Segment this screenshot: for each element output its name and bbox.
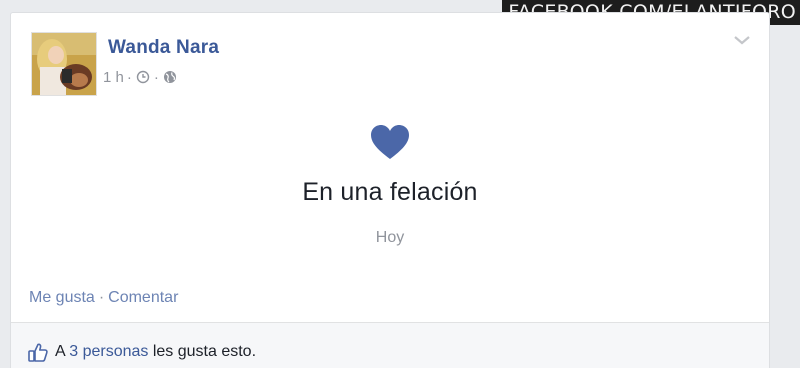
thumbs-up-icon [28,343,48,362]
post-meta: 1 h · · [103,67,178,87]
meta-separator: · [126,68,132,86]
post-header: Wanda Nara 1 h · · [11,13,769,103]
actions-separator: · [98,289,105,306]
avatar[interactable] [31,32,97,96]
like-button[interactable]: Me gusta [29,289,95,306]
likes-bar: A 3 personas les gusta esto. [11,322,769,368]
author-name[interactable]: Wanda Nara [108,37,219,59]
life-event-date: Hoy [375,229,405,246]
likes-summary: A 3 personas les gusta esto. [27,341,256,363]
likes-prefix: A [55,343,70,360]
heart-icon [371,125,409,159]
post-timestamp[interactable]: 1 h [103,69,124,86]
life-event: En una felación Hoy [11,123,769,247]
likes-suffix: les gusta esto. [148,343,257,360]
avatar-photo [32,33,96,95]
clock-icon [135,69,151,85]
likes-people-link[interactable]: 3 personas [69,343,148,361]
meta-separator: · [153,68,159,86]
comment-button[interactable]: Comentar [108,289,178,306]
post-actions: Me gusta · Comentar [29,289,178,307]
chevron-down-icon[interactable] [733,33,751,47]
life-event-title: En una felación [302,178,478,206]
post-card: Wanda Nara 1 h · · En una felación Hoy M… [10,12,770,368]
globe-icon[interactable] [162,69,178,85]
